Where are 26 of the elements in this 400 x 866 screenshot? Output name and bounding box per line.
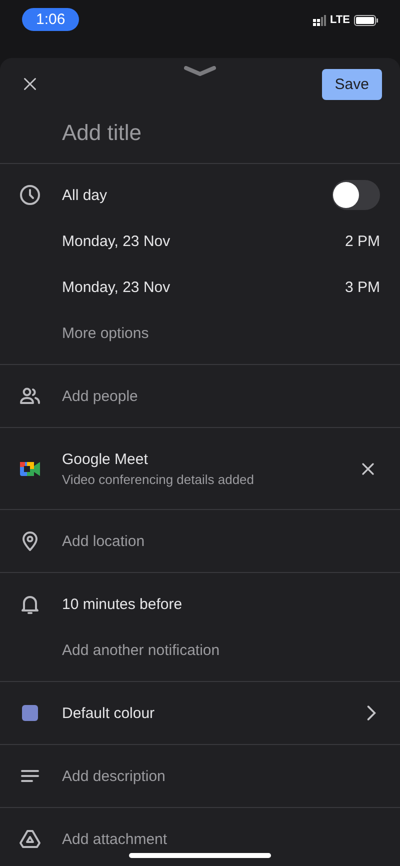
signal-icon xyxy=(313,14,326,26)
save-button[interactable]: Save xyxy=(322,68,382,100)
title-field[interactable]: Add title xyxy=(0,110,400,164)
conference-detail: Video conferencing details added xyxy=(62,472,256,486)
option-link[interactable]: Add location xyxy=(62,532,145,550)
all-day-label: All day xyxy=(62,186,108,204)
date-text[interactable]: Monday, 23 Nov xyxy=(62,232,345,250)
time-text[interactable]: 2 PM xyxy=(344,232,380,250)
conference-title: Google Meet xyxy=(62,450,149,468)
option-link[interactable]: Add attachment xyxy=(62,830,168,848)
option-link[interactable]: More options xyxy=(62,324,149,342)
option-link[interactable]: Add description xyxy=(62,768,166,784)
triangle-icon xyxy=(18,827,42,851)
clock-icon xyxy=(18,183,42,207)
network-label: LTE xyxy=(330,14,350,26)
reminder-text[interactable]: 10 minutes before xyxy=(62,596,182,612)
status-time: 1:06 xyxy=(22,8,80,30)
battery-icon xyxy=(354,14,378,26)
option-link[interactable]: Add people xyxy=(62,388,138,404)
close-icon xyxy=(21,75,39,93)
option-link[interactable]: Add another notification xyxy=(62,642,220,658)
all-day-switch[interactable] xyxy=(332,180,380,210)
time-text[interactable]: 3 PM xyxy=(344,278,380,296)
colour-label[interactable]: Default colour xyxy=(62,704,360,722)
chevron-down-icon xyxy=(184,66,216,76)
date-text[interactable]: Monday, 23 Nov xyxy=(62,278,345,296)
